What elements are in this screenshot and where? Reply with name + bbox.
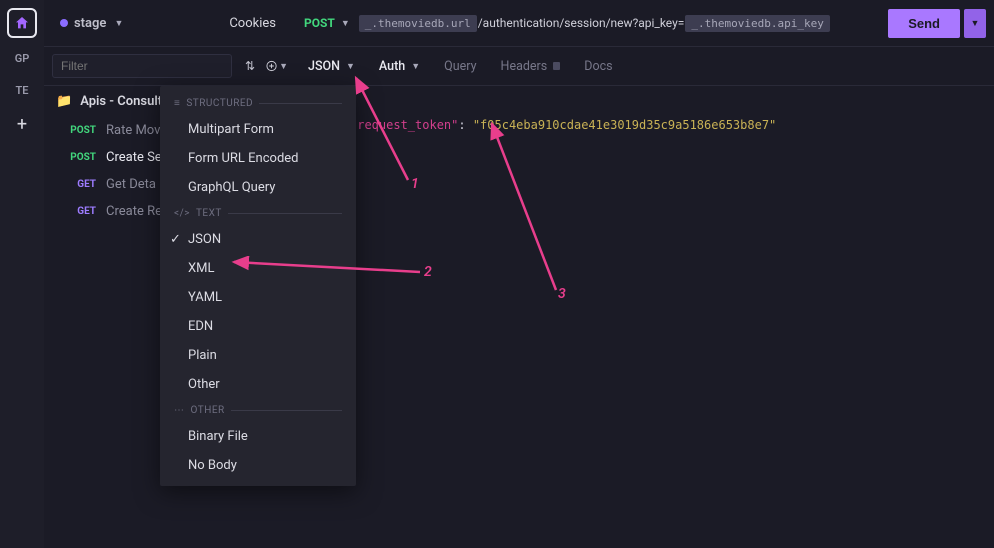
request-name: Create Re xyxy=(106,204,162,219)
tab-headers[interactable]: Headers xyxy=(501,59,561,74)
dropdown-item-multipart[interactable]: Multipart Form xyxy=(160,115,356,144)
folder-label: Apis - Consulta xyxy=(80,94,169,109)
divider xyxy=(259,103,342,104)
chevron-down-icon: ▼ xyxy=(411,61,420,72)
body-editor[interactable]: { "request_token": "f05c4eba910cdae41e30… xyxy=(296,86,994,164)
tab-body-label: JSON xyxy=(308,59,340,74)
main-pane: POST ▼ _.themoviedb.url /authentication/… xyxy=(296,0,994,548)
dropdown-item-edn[interactable]: EDN xyxy=(160,312,356,341)
tab-auth-label: Auth xyxy=(379,59,405,74)
dropdown-item-form-url[interactable]: Form URL Encoded xyxy=(160,144,356,173)
home-button[interactable] xyxy=(7,8,37,38)
send-button[interactable]: Send xyxy=(888,9,960,38)
divider xyxy=(228,213,342,214)
dropdown-item-graphql[interactable]: GraphQL Query xyxy=(160,173,356,202)
headers-badge-icon xyxy=(553,62,560,70)
request-method: GET xyxy=(64,179,96,190)
dropdown-section-text: </> TEXT xyxy=(160,202,356,225)
folder-icon: 📁 xyxy=(56,94,72,109)
home-icon xyxy=(14,15,30,31)
request-method: POST xyxy=(64,125,96,136)
editor-line: "request_token": "f05c4eba910cdae41e3019… xyxy=(326,116,982,134)
request-name: Rate Mov xyxy=(106,123,160,138)
dropdown-section-label: STRUCTURED xyxy=(186,98,253,109)
env-name: stage xyxy=(74,16,106,31)
list-icon: ≡ xyxy=(174,98,180,109)
request-name: Create Se xyxy=(106,150,162,165)
request-tabs: JSON ▼ Auth ▼ Query Headers Docs xyxy=(296,46,994,86)
sort-button[interactable]: ⇅ xyxy=(238,55,260,77)
app-rail: GP TE + xyxy=(0,0,44,548)
url-variable: _.themoviedb.api_key xyxy=(685,15,829,32)
tab-auth[interactable]: Auth ▼ xyxy=(379,59,420,74)
method-selector[interactable]: POST ▼ xyxy=(304,16,350,30)
annotation-label-2: 2 xyxy=(424,264,432,280)
editor-line: { xyxy=(326,98,982,116)
chevron-down-icon: ▼ xyxy=(279,61,288,72)
request-name: Get Deta xyxy=(106,177,156,192)
json-key: "request_token" xyxy=(350,118,458,132)
workspace-badge-gp[interactable]: GP xyxy=(8,46,36,70)
dropdown-section-structured: ≡ STRUCTURED xyxy=(160,92,356,115)
env-selector[interactable]: stage ▼ xyxy=(52,12,217,35)
plus-circle-icon xyxy=(266,59,277,73)
filter-input[interactable] xyxy=(52,54,232,78)
add-workspace-button[interactable]: + xyxy=(17,114,27,135)
request-method: GET xyxy=(64,206,96,217)
dots-icon: ⋯ xyxy=(174,405,185,416)
url-variable: _.themoviedb.url xyxy=(359,15,477,32)
dropdown-item-other[interactable]: Other xyxy=(160,370,356,399)
chevron-down-icon: ▼ xyxy=(341,18,350,29)
cookies-button[interactable]: Cookies xyxy=(217,12,288,35)
chevron-down-icon: ▼ xyxy=(114,18,123,29)
request-method: POST xyxy=(64,152,96,163)
dropdown-item-xml[interactable]: XML xyxy=(160,254,356,283)
workspace-badge-te[interactable]: TE xyxy=(8,78,36,102)
tab-body[interactable]: JSON ▼ xyxy=(308,59,355,74)
url-bar: POST ▼ _.themoviedb.url /authentication/… xyxy=(296,0,994,46)
body-type-dropdown: ≡ STRUCTURED Multipart Form Form URL Enc… xyxy=(160,86,356,486)
method-label: POST xyxy=(304,16,335,30)
divider xyxy=(231,410,342,411)
send-dropdown[interactable]: ▼ xyxy=(964,9,986,38)
dropdown-section-other: ⋯ OTHER xyxy=(160,399,356,422)
dropdown-item-plain[interactable]: Plain xyxy=(160,341,356,370)
editor-line: } xyxy=(326,134,982,152)
tab-headers-label: Headers xyxy=(501,59,548,74)
code-icon: </> xyxy=(174,208,190,219)
tab-query[interactable]: Query xyxy=(444,59,476,74)
chevron-down-icon: ▼ xyxy=(346,61,355,72)
json-value: "f05c4eba910cdae41e3019d35c9a5186e653b8e… xyxy=(473,118,776,132)
annotation-label-1: 1 xyxy=(411,176,419,192)
url-path: /authentication/session/new?api_key= xyxy=(478,16,685,30)
dropdown-section-label: TEXT xyxy=(196,208,222,219)
dropdown-item-json[interactable]: JSON xyxy=(160,225,356,254)
tab-docs[interactable]: Docs xyxy=(584,59,612,74)
dropdown-section-label: OTHER xyxy=(191,405,225,416)
env-row: stage ▼ Cookies xyxy=(44,0,296,46)
add-button[interactable]: ▼ xyxy=(266,55,288,77)
dropdown-item-binary[interactable]: Binary File xyxy=(160,422,356,451)
sort-icon: ⇅ xyxy=(245,59,253,73)
filter-row: ⇅ ▼ xyxy=(44,46,296,86)
dropdown-item-yaml[interactable]: YAML xyxy=(160,283,356,312)
dropdown-item-nobody[interactable]: No Body xyxy=(160,451,356,480)
annotation-label-3: 3 xyxy=(558,286,566,302)
env-dot-icon xyxy=(60,19,68,27)
chevron-down-icon: ▼ xyxy=(971,18,980,29)
url-input[interactable]: _.themoviedb.url /authentication/session… xyxy=(358,15,880,32)
